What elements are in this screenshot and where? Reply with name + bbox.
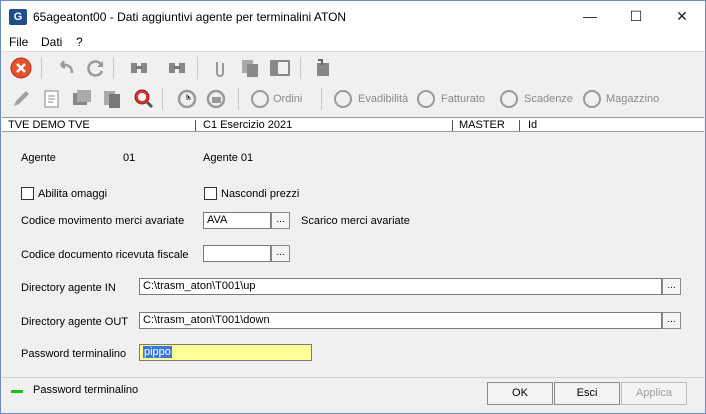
app-icon: G	[9, 9, 27, 25]
menu-dati[interactable]: Dati	[41, 35, 62, 49]
fatturato-button[interactable]: Fatturato	[441, 93, 485, 105]
toolbar-secondary: Ordini Evadibilità Fatturato Scadenze Ma…	[1, 83, 705, 117]
codice-documento-input[interactable]	[203, 245, 271, 262]
toolbar-separator	[300, 57, 301, 79]
close-button[interactable]: ✕	[659, 1, 705, 32]
toolbar-separator	[197, 57, 198, 79]
agente-label: Agente	[21, 152, 56, 164]
evadibilita-icon[interactable]	[334, 90, 352, 108]
abilita-omaggi-label: Abilita omaggi	[38, 188, 108, 200]
directory-in-label: Directory agente IN	[21, 282, 116, 294]
directory-in-browse-button[interactable]: ...	[662, 278, 681, 295]
codice-movimento-label: Codice movimento merci avariate	[21, 215, 185, 227]
user-name: MASTER	[459, 119, 505, 131]
ordini-icon[interactable]	[251, 90, 269, 108]
list-icon[interactable]	[71, 88, 93, 110]
menu-file[interactable]: File	[9, 35, 28, 49]
esci-button[interactable]: Esci	[554, 382, 620, 405]
toolbar-separator	[321, 88, 322, 110]
codice-movimento-input[interactable]: AVA	[203, 212, 271, 229]
fiscal-year: C1 Esercizio 2021	[203, 119, 293, 131]
legend-color-mark	[11, 390, 23, 393]
codice-documento-label: Codice documento ricevuta fiscale	[21, 249, 189, 261]
magazzino-button[interactable]: Magazzino	[606, 93, 659, 105]
directory-out-label: Directory agente OUT	[21, 316, 128, 328]
footer-divider	[2, 377, 704, 378]
evadibilita-button[interactable]: Evadibilità	[358, 93, 408, 105]
context-separator	[452, 120, 453, 131]
agente-code: 01	[123, 152, 136, 164]
codice-movimento-browse-button[interactable]: ...	[271, 212, 290, 229]
codice-documento-browse-button[interactable]: ...	[271, 245, 290, 262]
main-window: G 65ageatont00 - Dati aggiuntivi agente …	[0, 0, 706, 414]
toolbar-separator	[113, 57, 114, 79]
ok-button-label: OK	[512, 387, 528, 399]
password-input[interactable]: pippo	[139, 344, 312, 361]
legend-text: Password terminalino	[33, 384, 139, 396]
codice-movimento-description: Scarico merci avariate	[301, 215, 410, 227]
nascondi-prezzi-label: Nascondi prezzi	[221, 188, 300, 200]
company-name: TVE DEMO TVE	[8, 119, 90, 131]
agente-name: Agente 01	[203, 152, 254, 164]
exit-icon[interactable]	[10, 57, 32, 79]
maximize-button[interactable]: ☐	[613, 1, 659, 32]
ok-button[interactable]: OK	[487, 382, 553, 405]
menu-bar: File Dati ?	[1, 32, 705, 51]
password-value: pippo	[143, 346, 172, 358]
copy-icon[interactable]	[239, 57, 261, 79]
title-bar: G 65ageatont00 - Dati aggiuntivi agente …	[1, 1, 705, 32]
context-separator	[519, 120, 520, 131]
attachment-icon[interactable]	[209, 57, 231, 79]
scadenze-button[interactable]: Scadenze	[524, 93, 573, 105]
document-icon[interactable]	[41, 88, 63, 110]
undo-icon[interactable]	[55, 57, 77, 79]
scadenze-icon[interactable]	[500, 90, 518, 108]
minimize-button[interactable]: —	[567, 1, 613, 32]
context-bar: TVE DEMO TVE C1 Esercizio 2021 MASTER Id	[2, 117, 704, 132]
history-icon[interactable]	[176, 88, 198, 110]
find-icon[interactable]	[128, 57, 150, 79]
password-label: Password terminalino	[21, 348, 127, 360]
search-person-icon[interactable]	[132, 88, 154, 110]
export-icon[interactable]	[312, 57, 334, 79]
fatturato-icon[interactable]	[417, 90, 435, 108]
edit-icon[interactable]	[10, 88, 32, 110]
directory-out-input[interactable]: C:\trasm_aton\T001\down	[139, 312, 662, 329]
layout-icon[interactable]	[269, 57, 291, 79]
applica-button-label: Applica	[635, 387, 673, 399]
ordini-button[interactable]: Ordini	[273, 93, 302, 105]
applica-button[interactable]: Applica	[621, 382, 687, 405]
history-back-icon[interactable]	[205, 88, 227, 110]
esci-button-label: Esci	[576, 387, 598, 399]
nascondi-prezzi-checkbox[interactable]	[204, 187, 217, 200]
toolbar-separator	[41, 57, 42, 79]
find-next-icon[interactable]	[166, 57, 188, 79]
toolbar-main	[1, 51, 705, 83]
directory-in-input[interactable]: C:\trasm_aton\T001\up	[139, 278, 662, 295]
magazzino-icon[interactable]	[583, 90, 601, 108]
refresh-icon[interactable]	[85, 57, 107, 79]
window-title: 65ageatont00 - Dati aggiuntivi agente pe…	[33, 10, 347, 24]
context-separator	[195, 120, 196, 131]
menu-help[interactable]: ?	[76, 35, 83, 49]
field-id: Id	[528, 119, 538, 131]
pages-icon[interactable]	[101, 88, 123, 110]
directory-out-browse-button[interactable]: ...	[662, 312, 681, 329]
toolbar-separator	[162, 88, 163, 110]
abilita-omaggi-checkbox[interactable]	[21, 187, 34, 200]
toolbar-separator	[238, 88, 239, 110]
